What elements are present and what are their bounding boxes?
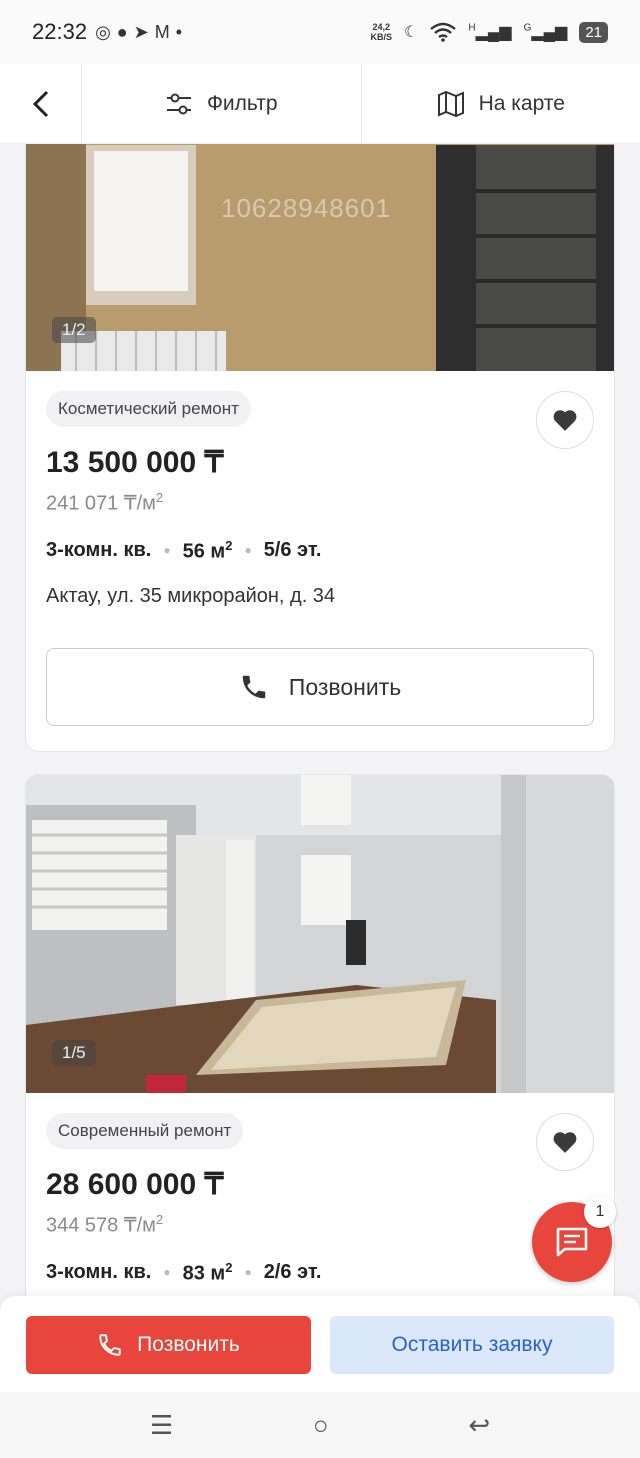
area: 83 м2 bbox=[182, 1259, 233, 1285]
signal-1-icon: H▂▄▆ bbox=[468, 22, 512, 41]
room-photo-image bbox=[26, 121, 614, 371]
listing-price: 13 500 000 ₸ bbox=[46, 446, 224, 479]
renovation-tag: Современный ремонт bbox=[46, 1113, 244, 1149]
home-icon[interactable]: ○ bbox=[313, 1410, 329, 1441]
listing-specs: 3-комн. кв. ● 83 м2 ● 2/6 эт. bbox=[46, 1260, 594, 1286]
heart-icon bbox=[553, 410, 577, 431]
chat-unread-badge: 1 bbox=[584, 1196, 616, 1228]
heart-icon bbox=[553, 1132, 577, 1153]
call-label: Позвонить bbox=[288, 673, 402, 700]
map-label: На карте bbox=[478, 91, 565, 115]
separator-dot: ● bbox=[244, 543, 252, 558]
call-agent-button[interactable]: Позвонить bbox=[26, 1316, 311, 1374]
chat-bubble-icon bbox=[556, 1227, 588, 1257]
chat-notification-icon: ● bbox=[116, 21, 128, 42]
listing-photo[interactable]: 1/5 bbox=[26, 775, 614, 1093]
mail-icon: M bbox=[154, 21, 170, 42]
recent-apps-icon[interactable]: ☰ bbox=[150, 1410, 173, 1441]
call-button[interactable]: Позвонить bbox=[46, 648, 594, 727]
leave-request-button[interactable]: Оставить заявку bbox=[330, 1316, 614, 1374]
floor: 2/6 эт. bbox=[263, 1260, 322, 1283]
price-per-meter: 344 578 ₸/м2 bbox=[46, 1212, 164, 1237]
wifi-icon bbox=[430, 22, 457, 42]
system-icons: 24,2 KB/S ☾ H▂▄▆ G▂▄▆ 21 bbox=[370, 21, 608, 43]
filter-sliders-icon bbox=[166, 93, 191, 114]
rooms: 3-комн. кв. bbox=[46, 1260, 152, 1283]
favorite-button[interactable] bbox=[536, 1113, 594, 1171]
map-button[interactable]: На карте bbox=[360, 64, 640, 143]
system-nav-bar: ☰ ○ ↩ bbox=[0, 1392, 640, 1458]
listing-address: Актау, ул. 35 микрорайон, д. 34 bbox=[46, 585, 336, 608]
filter-label: Фильтр bbox=[206, 91, 278, 115]
price-per-meter: 241 071 ₸/м2 bbox=[46, 490, 164, 515]
map-icon bbox=[437, 90, 464, 117]
telegram-icon: ➤ bbox=[133, 21, 149, 42]
call-agent-label: Позвонить bbox=[137, 1333, 240, 1356]
phone-icon bbox=[242, 676, 266, 699]
photo-watermark: 10628948601 bbox=[221, 193, 392, 223]
listing-card[interactable]: 1/5 Современный ремонт 28 600 000 ₸ 344 … bbox=[25, 774, 615, 1334]
separator-dot: ● bbox=[163, 543, 171, 558]
network-speed: 24,2 KB/S bbox=[370, 22, 393, 42]
filter-button[interactable]: Фильтр bbox=[82, 64, 361, 143]
system-back-icon[interactable]: ↩ bbox=[468, 1410, 490, 1441]
back-button[interactable] bbox=[0, 64, 82, 143]
moon-icon: ☾ bbox=[404, 24, 419, 41]
listing-card[interactable]: 10628948601 1/2 Косметический ремонт 13 … bbox=[25, 120, 615, 752]
back-arrow-icon bbox=[32, 90, 48, 117]
battery-indicator: 21 bbox=[579, 21, 608, 43]
floor: 5/6 эт. bbox=[263, 538, 322, 561]
hotspot-icon: ◎ bbox=[95, 21, 111, 42]
listing-photo[interactable]: 10628948601 1/2 bbox=[26, 121, 614, 371]
top-toolbar: Фильтр На карте bbox=[0, 64, 640, 144]
renovation-tag: Косметический ремонт bbox=[46, 391, 251, 427]
more-dot-icon: • bbox=[175, 21, 183, 42]
room-photo-image bbox=[26, 775, 614, 1093]
separator-dot: ● bbox=[163, 1265, 171, 1280]
signal-2-icon: G▂▄▆ bbox=[523, 22, 568, 41]
phone-icon bbox=[99, 1334, 121, 1356]
status-bar: 22:32 ◎ ● ➤ M • 24,2 KB/S ☾ H▂▄▆ G▂▄▆ 21 bbox=[0, 0, 640, 64]
area: 56 м2 bbox=[182, 537, 233, 563]
bottom-action-bar: Позвонить Оставить заявку bbox=[0, 1296, 640, 1392]
photo-counter: 1/5 bbox=[52, 1040, 96, 1066]
favorite-button[interactable] bbox=[536, 391, 594, 449]
notification-icons: ◎ ● ➤ M • bbox=[95, 22, 182, 43]
photo-counter: 1/2 bbox=[52, 317, 96, 343]
clock: 22:32 bbox=[32, 19, 88, 44]
separator-dot: ● bbox=[244, 1265, 252, 1280]
rooms: 3-комн. кв. bbox=[46, 538, 152, 561]
listing-specs: 3-комн. кв. ● 56 м2 ● 5/6 эт. bbox=[46, 538, 594, 564]
leave-request-label: Оставить заявку bbox=[391, 1333, 553, 1356]
listing-price: 28 600 000 ₸ bbox=[46, 1168, 224, 1201]
